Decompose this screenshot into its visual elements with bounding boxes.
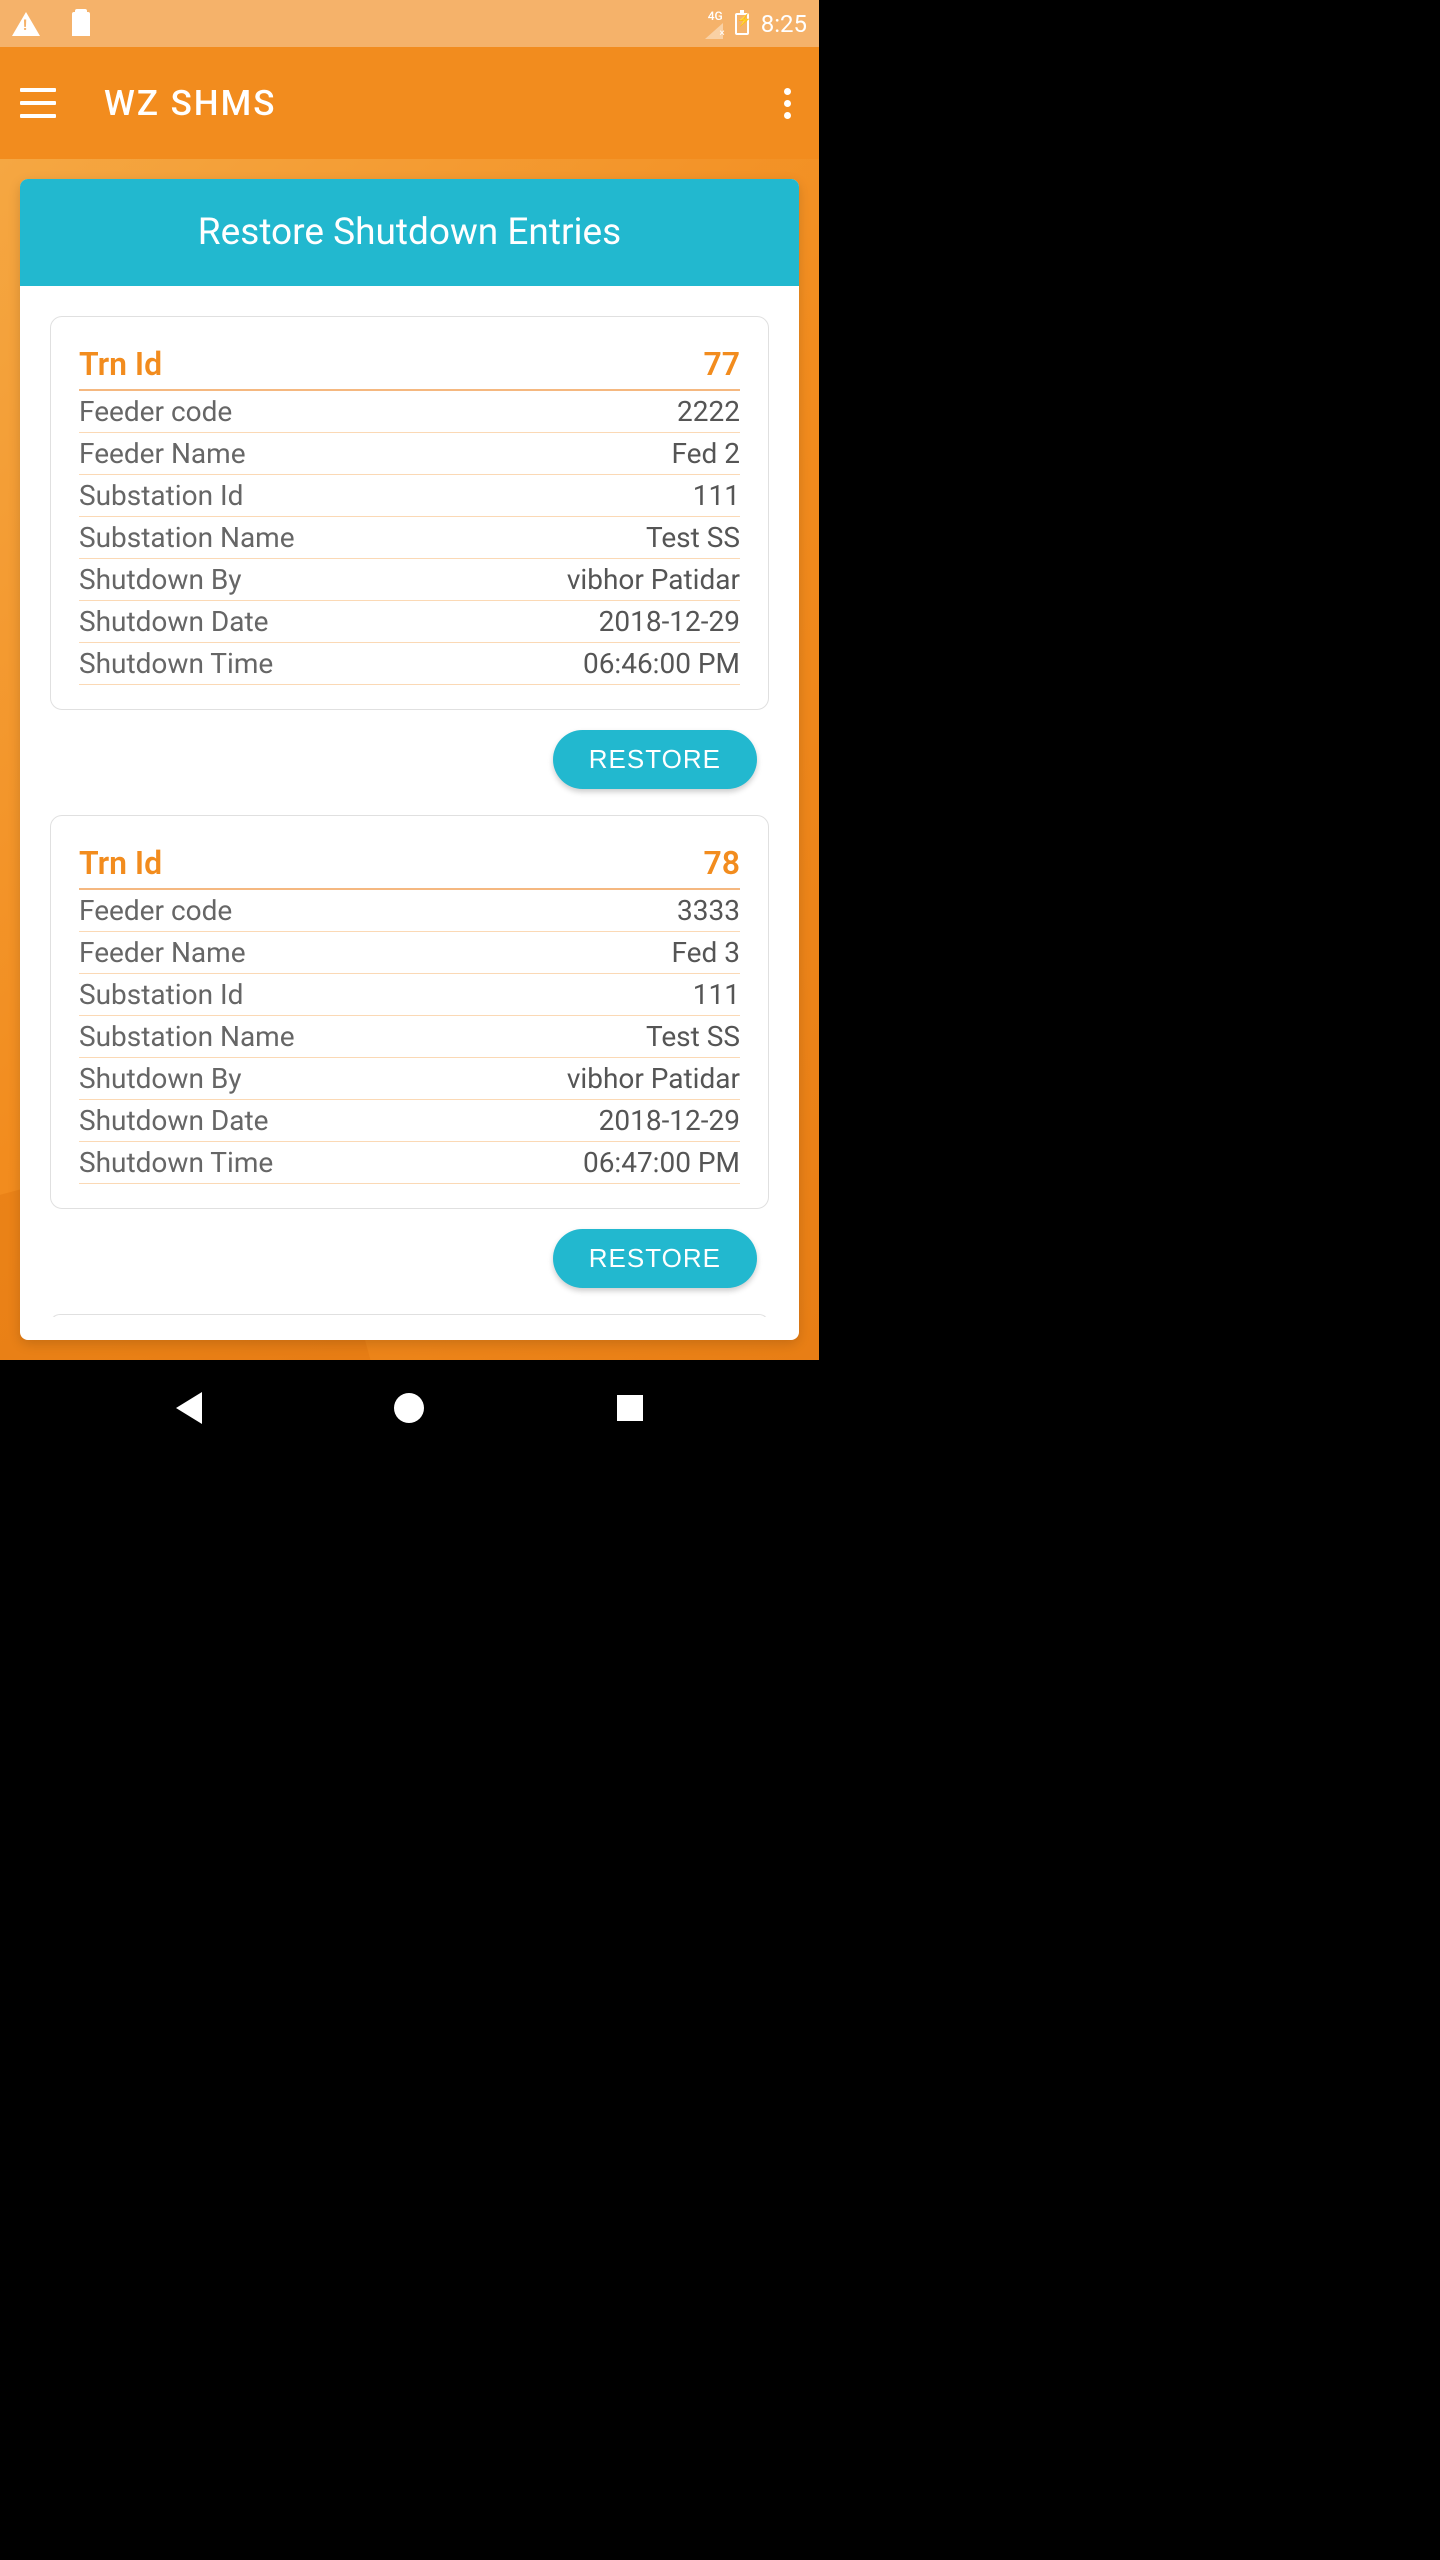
shutdown-time-row: Shutdown Time 06:46:00 PM — [79, 643, 740, 685]
feeder-name-value: Fed 2 — [671, 437, 740, 470]
entry-card: Trn Id 78 Feeder code 3333 Feeder Name F… — [50, 815, 769, 1209]
feeder-name-label: Feeder Name — [79, 437, 246, 470]
main-card: Restore Shutdown Entries Trn Id 77 Feede… — [20, 179, 799, 1340]
substation-id-label: Substation Id — [79, 978, 243, 1011]
trn-id-label: Trn Id — [79, 844, 162, 882]
feeder-code-value: 3333 — [677, 894, 740, 927]
substation-id-label: Substation Id — [79, 479, 243, 512]
feeder-code-value: 2222 — [677, 395, 740, 428]
shutdown-by-row: Shutdown By vibhor Patidar — [79, 559, 740, 601]
feeder-name-value: Fed 3 — [671, 936, 740, 969]
more-options-icon[interactable] — [776, 80, 799, 127]
substation-name-row: Substation Name Test SS — [79, 517, 740, 559]
shutdown-time-value: 06:47:00 PM — [583, 1146, 740, 1179]
entry-card: Trn Id 77 Feeder code 2222 Feeder Name F… — [50, 316, 769, 710]
status-bar: 4G 8:25 — [0, 0, 819, 47]
shutdown-by-value: vibhor Patidar — [567, 1062, 740, 1095]
shutdown-date-row: Shutdown Date 2018-12-29 — [79, 601, 740, 643]
nav-recent-icon[interactable] — [617, 1395, 643, 1421]
navigation-bar — [0, 1360, 819, 1456]
content-area: Restore Shutdown Entries Trn Id 77 Feede… — [0, 159, 819, 1360]
substation-name-label: Substation Name — [79, 1020, 295, 1053]
trn-id-row: Trn Id 78 — [79, 840, 740, 890]
shutdown-by-value: vibhor Patidar — [567, 563, 740, 596]
card-body[interactable]: Trn Id 77 Feeder code 2222 Feeder Name F… — [20, 286, 799, 1317]
warning-icon — [12, 12, 40, 36]
restore-button[interactable]: RESTORE — [553, 730, 757, 789]
substation-id-row: Substation Id 111 — [79, 475, 740, 517]
trn-id-row: Trn Id 77 — [79, 341, 740, 391]
feeder-code-row: Feeder code 2222 — [79, 391, 740, 433]
trn-id-label: Trn Id — [79, 345, 162, 383]
substation-name-label: Substation Name — [79, 521, 295, 554]
trn-id-value: 78 — [703, 844, 740, 882]
substation-name-value: Test SS — [646, 1020, 740, 1053]
app-bar: WZ SHMS — [0, 47, 819, 159]
battery-icon — [735, 13, 749, 35]
shutdown-time-label: Shutdown Time — [79, 1146, 273, 1179]
feeder-name-row: Feeder Name Fed 3 — [79, 932, 740, 974]
feeder-code-label: Feeder code — [79, 395, 232, 428]
substation-id-value: 111 — [693, 978, 740, 1011]
feeder-code-label: Feeder code — [79, 894, 232, 927]
trn-id-value: 77 — [703, 345, 740, 383]
shutdown-by-row: Shutdown By vibhor Patidar — [79, 1058, 740, 1100]
substation-id-row: Substation Id 111 — [79, 974, 740, 1016]
shutdown-date-value: 2018-12-29 — [599, 605, 740, 638]
status-time: 8:25 — [761, 10, 807, 38]
nav-home-icon[interactable] — [394, 1393, 424, 1423]
shutdown-date-row: Shutdown Date 2018-12-29 — [79, 1100, 740, 1142]
shutdown-time-label: Shutdown Time — [79, 647, 273, 680]
substation-name-row: Substation Name Test SS — [79, 1016, 740, 1058]
shutdown-date-label: Shutdown Date — [79, 1104, 268, 1137]
network-label: 4G — [708, 9, 723, 23]
nav-back-icon[interactable] — [176, 1392, 202, 1424]
substation-name-value: Test SS — [646, 521, 740, 554]
page-title: Restore Shutdown Entries — [20, 179, 799, 286]
feeder-name-row: Feeder Name Fed 2 — [79, 433, 740, 475]
shutdown-date-label: Shutdown Date — [79, 605, 268, 638]
feeder-name-label: Feeder Name — [79, 936, 246, 969]
shutdown-time-value: 06:46:00 PM — [583, 647, 740, 680]
shutdown-by-label: Shutdown By — [79, 1062, 242, 1095]
feeder-code-row: Feeder code 3333 — [79, 890, 740, 932]
restore-button[interactable]: RESTORE — [553, 1229, 757, 1288]
app-title: WZ SHMS — [104, 83, 276, 124]
shutdown-by-label: Shutdown By — [79, 563, 242, 596]
signal-icon: 4G — [705, 9, 723, 39]
entry-card-partial — [50, 1314, 769, 1317]
sd-card-icon — [72, 12, 90, 36]
hamburger-icon[interactable] — [20, 88, 56, 118]
shutdown-time-row: Shutdown Time 06:47:00 PM — [79, 1142, 740, 1184]
shutdown-date-value: 2018-12-29 — [599, 1104, 740, 1137]
substation-id-value: 111 — [693, 479, 740, 512]
